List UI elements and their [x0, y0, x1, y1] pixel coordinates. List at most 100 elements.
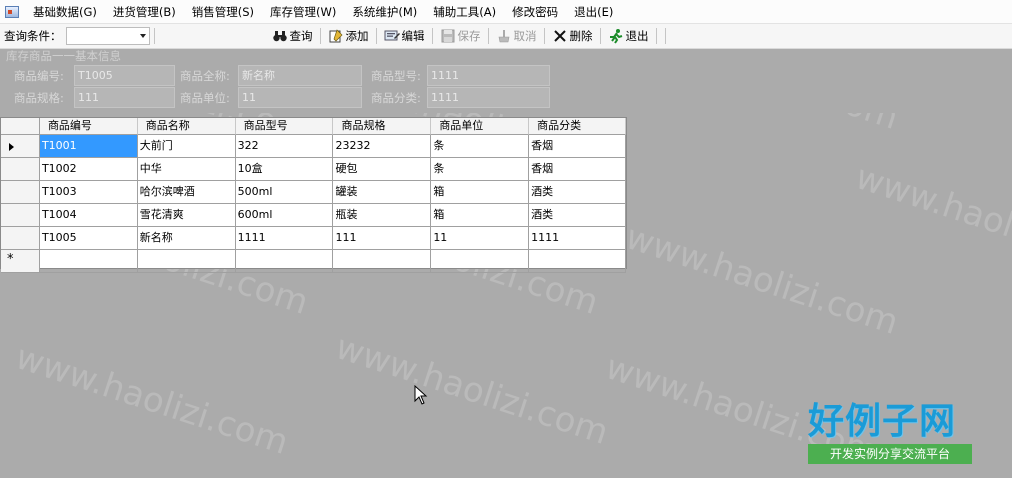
- new-table-row[interactable]: *: [1, 250, 626, 273]
- edit-icon: [384, 30, 400, 41]
- table-cell[interactable]: 瓶装: [333, 204, 432, 227]
- table-cell[interactable]: 10盒: [235, 158, 334, 181]
- query-label: 查询条件：: [4, 29, 62, 43]
- grid-corner-header[interactable]: [1, 118, 40, 135]
- table-row[interactable]: T1003 哈尔滨啤酒 500ml 罐装 箱 酒类: [1, 181, 626, 204]
- table-cell[interactable]: 1111: [529, 227, 626, 250]
- edit-button-label: 编辑: [401, 29, 425, 43]
- table-row[interactable]: T1004 雪花清爽 600ml 瓶装 箱 酒类: [1, 204, 626, 227]
- table-cell[interactable]: T1004: [39, 204, 138, 227]
- app-window: www.haolizi.com www.haolizi.com www.haol…: [0, 0, 1012, 478]
- menu-system[interactable]: 系统维护(M): [344, 1, 425, 23]
- toolbar-separator: [543, 28, 545, 44]
- product-grid[interactable]: 商品编号 商品名称 商品型号 商品规格 商品单位 商品分类 T1001 大前门 …: [0, 117, 627, 273]
- add-button-label: 添加: [345, 29, 369, 43]
- column-header[interactable]: 商品编号: [39, 118, 138, 135]
- column-header[interactable]: 商品型号: [235, 118, 334, 135]
- table-cell[interactable]: 香烟: [529, 158, 626, 181]
- table-cell[interactable]: 新名称: [137, 227, 236, 250]
- table-cell[interactable]: 111: [333, 227, 432, 250]
- exit-button[interactable]: 退出: [605, 26, 652, 46]
- column-header[interactable]: 商品单位: [431, 118, 530, 135]
- table-cell[interactable]: 酒类: [529, 204, 626, 227]
- row-header[interactable]: [1, 204, 40, 227]
- row-header[interactable]: *: [1, 250, 40, 273]
- menu-exit[interactable]: 退出(E): [566, 1, 621, 23]
- add-button[interactable]: 添加: [325, 26, 372, 46]
- table-cell[interactable]: 酒类: [529, 181, 626, 204]
- table-cell[interactable]: T1005: [39, 227, 138, 250]
- grid-header-row: 商品编号 商品名称 商品型号 商品规格 商品单位 商品分类: [1, 118, 626, 135]
- cancel-button[interactable]: 取消: [493, 26, 540, 46]
- table-cell[interactable]: 箱: [431, 204, 530, 227]
- table-cell[interactable]: 硬包: [333, 158, 432, 181]
- toolbar-separator: [319, 28, 321, 44]
- product-model-label: 商品型号:: [371, 69, 421, 83]
- column-header[interactable]: 商品名称: [137, 118, 236, 135]
- table-cell[interactable]: [333, 250, 432, 273]
- cancel-icon: [498, 30, 509, 43]
- table-cell[interactable]: 大前门: [137, 135, 236, 158]
- table-row[interactable]: T1001 大前门 322 23232 条 香烟: [1, 135, 626, 158]
- table-cell[interactable]: T1001: [39, 135, 138, 158]
- table-cell[interactable]: [431, 250, 530, 273]
- query-button[interactable]: 查询: [269, 26, 316, 46]
- menu-sales[interactable]: 销售管理(S): [184, 1, 262, 23]
- table-cell[interactable]: 雪花清爽: [137, 204, 236, 227]
- table-cell[interactable]: 500ml: [235, 181, 334, 204]
- table-cell[interactable]: 条: [431, 158, 530, 181]
- query-condition-select[interactable]: [65, 27, 150, 45]
- toolbar-separator: [431, 28, 433, 44]
- table-cell[interactable]: [529, 250, 626, 273]
- product-unit-field[interactable]: 11: [238, 87, 362, 108]
- edit-button[interactable]: 编辑: [381, 26, 428, 46]
- table-cell[interactable]: 罐装: [333, 181, 432, 204]
- column-header[interactable]: 商品规格: [333, 118, 432, 135]
- menu-basic-data[interactable]: 基础数据(G): [25, 1, 105, 23]
- column-header[interactable]: 商品分类: [529, 118, 626, 135]
- row-header[interactable]: [1, 227, 40, 250]
- watermark: www.haolizi.com: [330, 327, 614, 453]
- table-cell[interactable]: 香烟: [529, 135, 626, 158]
- product-code-field[interactable]: T1005: [74, 65, 175, 86]
- save-button[interactable]: 保存: [437, 26, 484, 46]
- product-unit-label: 商品单位:: [180, 91, 230, 105]
- table-cell[interactable]: [39, 250, 138, 273]
- binoculars-icon: [272, 31, 287, 42]
- app-icon[interactable]: [5, 5, 19, 18]
- menu-tools[interactable]: 辅助工具(A): [425, 1, 504, 23]
- product-category-field[interactable]: 1111: [427, 87, 550, 108]
- exit-icon: [609, 29, 622, 44]
- table-cell[interactable]: [137, 250, 236, 273]
- table-cell[interactable]: 322: [235, 135, 334, 158]
- cancel-button-label: 取消: [513, 29, 537, 43]
- table-cell[interactable]: 23232: [333, 135, 432, 158]
- add-icon: [329, 29, 342, 43]
- menu-inventory[interactable]: 库存管理(W): [262, 1, 344, 23]
- table-cell[interactable]: 1111: [235, 227, 334, 250]
- menu-change-password[interactable]: 修改密码: [504, 1, 566, 23]
- toolbar-separator: [655, 28, 657, 44]
- table-row[interactable]: T1002 中华 10盒 硬包 条 香烟: [1, 158, 626, 181]
- delete-button[interactable]: 删除: [549, 26, 596, 46]
- product-model-field[interactable]: 1111: [427, 65, 550, 86]
- table-cell[interactable]: 11: [431, 227, 530, 250]
- table-cell[interactable]: 600ml: [235, 204, 334, 227]
- toolbar-separator: [153, 28, 155, 44]
- table-cell[interactable]: [235, 250, 334, 273]
- row-header[interactable]: [1, 135, 40, 158]
- table-cell[interactable]: 条: [431, 135, 530, 158]
- save-icon: [441, 29, 454, 43]
- table-cell[interactable]: T1002: [39, 158, 138, 181]
- table-cell[interactable]: 哈尔滨啤酒: [137, 181, 236, 204]
- table-cell[interactable]: T1003: [39, 181, 138, 204]
- product-fullname-field[interactable]: 新名称: [238, 65, 362, 86]
- query-text-input[interactable]: [162, 27, 263, 45]
- row-header[interactable]: [1, 158, 40, 181]
- row-header[interactable]: [1, 181, 40, 204]
- menu-purchase[interactable]: 进货管理(B): [105, 1, 184, 23]
- table-cell[interactable]: 中华: [137, 158, 236, 181]
- table-row[interactable]: T1005 新名称 1111 111 11 1111: [1, 227, 626, 250]
- product-spec-field[interactable]: 111: [74, 87, 175, 108]
- table-cell[interactable]: 箱: [431, 181, 530, 204]
